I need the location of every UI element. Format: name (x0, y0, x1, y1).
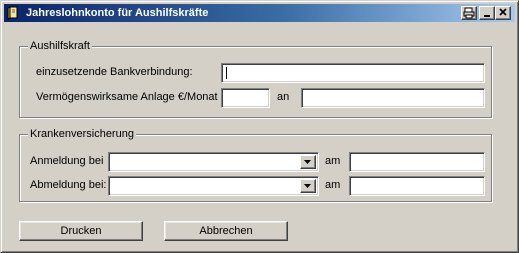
vwl-label: Vermögenswirksame Anlage €/Monat (36, 91, 218, 103)
bank-label: einzusetzende Bankverbindung: (36, 66, 193, 78)
an-input[interactable] (301, 88, 485, 108)
anmeldung-date-input[interactable] (349, 152, 485, 172)
abmeldung-label: Abmeldung bei: (30, 179, 107, 191)
print-title-button[interactable] (461, 6, 477, 20)
anmeldung-label: Anmeldung bei (30, 155, 104, 167)
vwl-amount-input[interactable] (221, 88, 270, 108)
cancel-button[interactable]: Abbrechen (164, 221, 288, 241)
title-bar[interactable]: Jahreslohnkonto für Aushilfskräfte (4, 4, 515, 22)
abmeldung-dropdown-button[interactable] (300, 179, 316, 193)
abmeldung-date-input[interactable] (349, 176, 485, 196)
an-label: an (277, 91, 290, 103)
minimize-button[interactable] (479, 6, 495, 20)
anmeldung-am-label: am (325, 155, 341, 167)
anmeldung-select[interactable] (108, 152, 319, 172)
minimize-icon (484, 15, 490, 17)
dialog-window: Jahreslohnkonto für Aushilfskräfte Aushi… (0, 0, 519, 253)
print-button[interactable]: Drucken (19, 221, 143, 241)
close-button[interactable] (495, 6, 511, 20)
aushilfskraft-group-title: Aushilfskraft (28, 39, 92, 53)
book-icon (7, 6, 21, 20)
anmeldung-dropdown-button[interactable] (300, 155, 316, 169)
chevron-down-icon (304, 160, 311, 164)
close-icon (499, 8, 507, 16)
krankenversicherung-group-title: Krankenversicherung (28, 127, 136, 141)
bank-input[interactable] (221, 63, 485, 83)
abmeldung-select[interactable] (108, 176, 319, 196)
printer-icon (463, 7, 475, 19)
abmeldung-am-label: am (325, 179, 341, 191)
window-title: Jahreslohnkonto für Aushilfskräfte (26, 7, 209, 19)
chevron-down-icon (304, 184, 311, 188)
text-caret (226, 67, 227, 79)
